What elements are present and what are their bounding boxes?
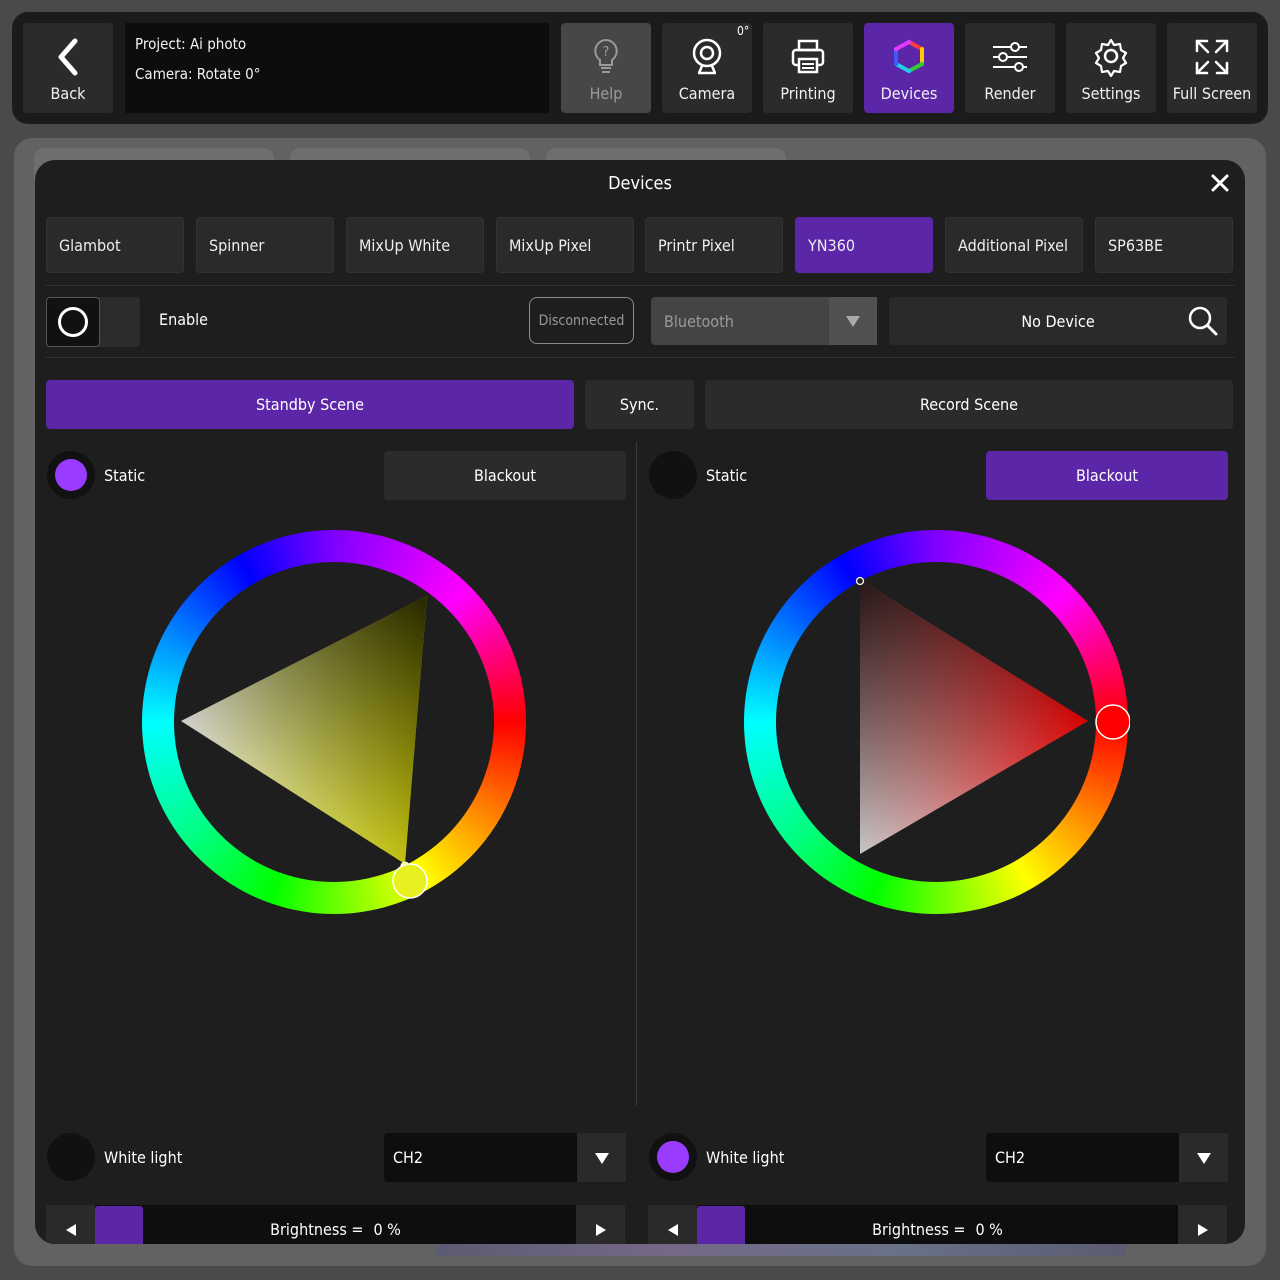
hue-handle bbox=[1095, 704, 1130, 740]
gear-icon bbox=[1094, 38, 1128, 77]
render-button[interactable]: Render bbox=[965, 23, 1055, 113]
settings-button[interactable]: Settings bbox=[1066, 23, 1156, 113]
slider-thumb[interactable] bbox=[95, 1206, 143, 1244]
static-label: Static bbox=[104, 466, 146, 485]
camera-rotation: Camera: Rotate 0° bbox=[135, 65, 261, 83]
tab-additional-pixel[interactable]: Additional Pixel bbox=[945, 217, 1083, 273]
brightness-label: Brightness = bbox=[872, 1220, 966, 1239]
brightness-decrease-button[interactable] bbox=[46, 1205, 95, 1244]
back-button[interactable]: Back bbox=[23, 23, 113, 113]
tab-yn360[interactable]: YN360 bbox=[795, 217, 933, 273]
device-search-field[interactable]: No Device bbox=[889, 297, 1227, 345]
project-info: Project: Ai photo Camera: Rotate 0° bbox=[125, 23, 549, 113]
toggle-knob bbox=[46, 297, 100, 347]
brightness-value: 0 % bbox=[373, 1220, 401, 1239]
standby-scene-panel: Static Blackout White light CH2 Brightne… bbox=[46, 450, 626, 1244]
camera-rotation-badge: 0° bbox=[737, 24, 750, 38]
triangle-right-icon bbox=[595, 1223, 606, 1236]
static-color-swatch[interactable] bbox=[47, 451, 95, 499]
brightness-slider[interactable]: Brightness = 0 % bbox=[46, 1205, 625, 1244]
static-label: Static bbox=[706, 466, 748, 485]
lightbulb-icon: ? bbox=[594, 38, 618, 73]
search-icon[interactable] bbox=[1187, 305, 1219, 337]
enable-label: Enable bbox=[159, 310, 209, 329]
sliders-icon bbox=[993, 42, 1027, 72]
chevron-down-icon bbox=[829, 297, 877, 345]
slider-thumb[interactable] bbox=[697, 1206, 745, 1244]
devices-modal: Devices Glambot Spinner MixUp White MixU… bbox=[35, 160, 1245, 1244]
devices-button[interactable]: Devices bbox=[864, 23, 954, 113]
channel-select[interactable]: CH2 bbox=[986, 1133, 1228, 1182]
tab-sp63be[interactable]: SP63BE bbox=[1095, 217, 1233, 273]
blackout-button[interactable]: Blackout bbox=[384, 451, 626, 500]
triangle-left-icon bbox=[65, 1223, 76, 1236]
svg-text:?: ? bbox=[603, 45, 610, 60]
project-name: Project: Ai photo bbox=[135, 35, 247, 53]
devices-hexagon-icon bbox=[894, 40, 924, 73]
settings-label: Settings bbox=[1081, 84, 1141, 103]
brightness-value: 0 % bbox=[975, 1220, 1003, 1239]
device-tabs: Glambot Spinner MixUp White MixUp Pixel … bbox=[46, 217, 1234, 273]
record-scene-panel: Static Blackout White light CH2 Brightne… bbox=[648, 450, 1228, 1244]
fullscreen-button[interactable]: Full Screen bbox=[1167, 23, 1257, 113]
tab-glambot[interactable]: Glambot bbox=[46, 217, 184, 273]
hue-handle bbox=[392, 863, 428, 899]
close-icon[interactable] bbox=[1209, 172, 1231, 194]
white-light-swatch[interactable] bbox=[47, 1133, 95, 1181]
white-light-label: White light bbox=[104, 1148, 183, 1167]
channel-value: CH2 bbox=[995, 1148, 1026, 1167]
chevron-down-icon bbox=[577, 1133, 626, 1182]
printer-icon bbox=[791, 39, 825, 74]
fullscreen-label: Full Screen bbox=[1172, 84, 1252, 103]
white-light-label: White light bbox=[706, 1148, 785, 1167]
channel-value: CH2 bbox=[393, 1148, 424, 1167]
brightness-increase-button[interactable] bbox=[576, 1205, 625, 1244]
tab-mixup-pixel[interactable]: MixUp Pixel bbox=[496, 217, 634, 273]
divider bbox=[46, 357, 1234, 358]
chevron-left-icon bbox=[58, 38, 78, 76]
triangle-right-icon bbox=[1197, 1223, 1208, 1236]
camera-label: Camera bbox=[678, 84, 736, 103]
webcam-icon bbox=[692, 38, 722, 75]
static-color-swatch[interactable] bbox=[649, 451, 697, 499]
record-scene-button[interactable]: Record Scene bbox=[705, 380, 1233, 429]
tab-printr-pixel[interactable]: Printr Pixel bbox=[645, 217, 783, 273]
triangle-left-icon bbox=[667, 1223, 678, 1236]
chevron-down-icon bbox=[1179, 1133, 1228, 1182]
color-wheel[interactable] bbox=[140, 528, 528, 916]
brightness-slider[interactable]: Brightness = 0 % bbox=[648, 1205, 1227, 1244]
panel-divider bbox=[636, 442, 637, 1106]
blackout-button[interactable]: Blackout bbox=[986, 451, 1228, 500]
connection-type-value: Bluetooth bbox=[664, 311, 734, 331]
connection-status-badge: Disconnected bbox=[529, 297, 634, 344]
standby-scene-button[interactable]: Standby Scene bbox=[46, 380, 574, 429]
modal-header: Devices bbox=[35, 160, 1245, 206]
back-label: Back bbox=[50, 84, 86, 103]
expand-icon bbox=[1195, 39, 1229, 75]
printing-button[interactable]: Printing bbox=[763, 23, 853, 113]
divider bbox=[46, 285, 1234, 286]
tab-mixup-white[interactable]: MixUp White bbox=[346, 217, 484, 273]
modal-title: Devices bbox=[608, 172, 672, 194]
render-label: Render bbox=[984, 84, 1036, 103]
printing-label: Printing bbox=[780, 84, 836, 103]
help-label: Help bbox=[589, 84, 623, 103]
top-toolbar: Back Project: Ai photo Camera: Rotate 0°… bbox=[12, 12, 1268, 124]
brightness-decrease-button[interactable] bbox=[648, 1205, 697, 1244]
device-name: No Device bbox=[1021, 311, 1095, 331]
brightness-increase-button[interactable] bbox=[1178, 1205, 1227, 1244]
devices-label: Devices bbox=[880, 84, 938, 103]
enable-toggle[interactable] bbox=[46, 297, 140, 347]
channel-select[interactable]: CH2 bbox=[384, 1133, 626, 1182]
color-wheel[interactable] bbox=[742, 528, 1130, 916]
tab-spinner[interactable]: Spinner bbox=[196, 217, 334, 273]
connection-type-select[interactable]: Bluetooth bbox=[651, 297, 877, 345]
sync-button[interactable]: Sync. bbox=[585, 380, 694, 429]
white-light-swatch[interactable] bbox=[649, 1133, 697, 1181]
help-button[interactable]: ? Help bbox=[561, 23, 651, 113]
brightness-label: Brightness = bbox=[270, 1220, 364, 1239]
